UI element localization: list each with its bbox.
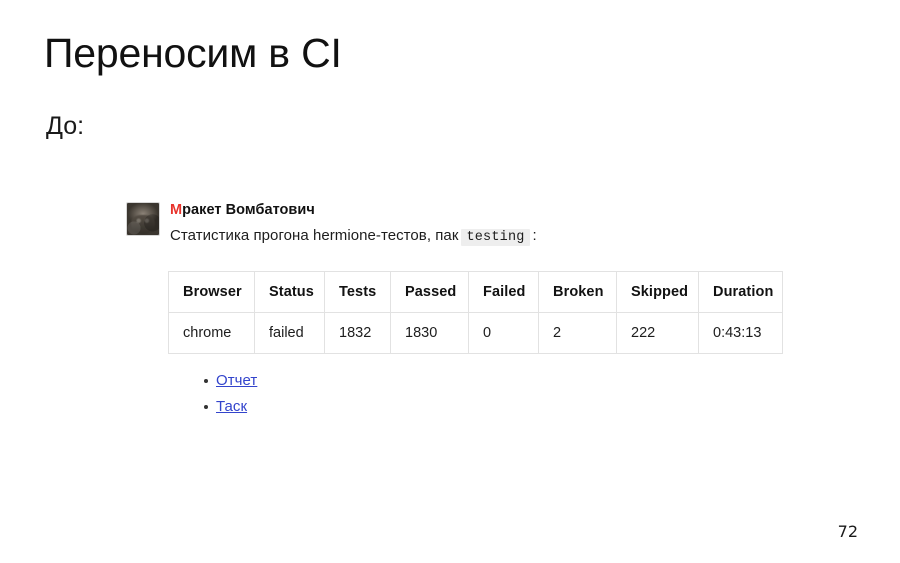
sender-name-initial: М <box>170 202 183 218</box>
cell-duration: 0:43:13 <box>698 312 783 354</box>
page-number: 72 <box>837 522 858 541</box>
chat-message-header: Мракет Вомбатович Статистика прогона her… <box>126 200 786 246</box>
chat-screenshot-block: Мракет Вомбатович Статистика прогона her… <box>126 200 786 415</box>
column-header-broken: Broken <box>538 271 617 313</box>
cell-status: failed <box>254 312 325 354</box>
report-link[interactable]: Отчет <box>216 372 257 389</box>
slide-title: Переносим в CI <box>44 30 342 76</box>
column-header-status: Status <box>254 271 325 313</box>
cell-tests[interactable]: 1832 <box>324 312 391 354</box>
chat-link-list: Отчет Таск <box>198 371 257 424</box>
column-header-tests: Tests <box>324 271 391 313</box>
pack-code-chip: testing <box>461 229 530 246</box>
wombat-avatar-icon <box>126 202 160 236</box>
chat-message-text: Статистика прогона hermione-тестов, пак t… <box>170 227 537 246</box>
task-link[interactable]: Таск <box>216 398 247 415</box>
column-header-failed: Failed <box>468 271 539 313</box>
cell-browser: chrome <box>168 312 255 354</box>
cell-failed: 0 <box>468 312 539 354</box>
cell-passed: 1830 <box>390 312 469 354</box>
list-item: Отчет <box>203 371 257 391</box>
message-prefix: Статистика прогона hermione-тестов, пак <box>170 227 459 244</box>
list-item: Таск <box>203 397 257 417</box>
sender-name-rest: ракет Вомбатович <box>182 202 315 218</box>
cell-broken: 2 <box>538 312 617 354</box>
column-header-skipped: Skipped <box>616 271 699 313</box>
slide-subtitle: До: <box>46 112 85 140</box>
message-suffix: : <box>532 227 537 244</box>
table-header-row: Browser Status Tests Passed Failed Broke… <box>168 271 783 313</box>
column-header-passed: Passed <box>390 271 469 313</box>
test-stats-table: Browser Status Tests Passed Failed Broke… <box>168 271 783 354</box>
table-row: chrome failed 1832 1830 0 2 222 0:43:13 <box>168 312 783 354</box>
column-header-duration: Duration <box>698 271 783 313</box>
sender-name: Мракет Вомбатович <box>170 202 315 218</box>
column-header-browser: Browser <box>168 271 255 313</box>
cell-skipped: 222 <box>616 312 699 354</box>
